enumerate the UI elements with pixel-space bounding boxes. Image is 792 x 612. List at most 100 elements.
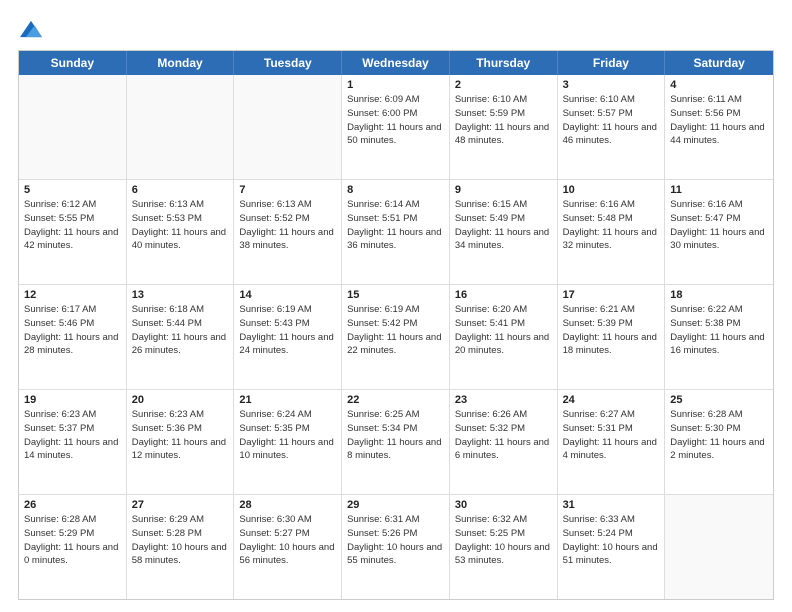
empty-cell-4-6 — [665, 495, 773, 599]
day-detail: Sunrise: 6:31 AMSunset: 5:26 PMDaylight:… — [347, 513, 444, 568]
day-detail: Sunrise: 6:13 AMSunset: 5:52 PMDaylight:… — [239, 198, 336, 253]
calendar-header: SundayMondayTuesdayWednesdayThursdayFrid… — [19, 51, 773, 75]
day-number: 14 — [239, 289, 336, 301]
calendar-row-2: 12Sunrise: 6:17 AMSunset: 5:46 PMDayligh… — [19, 285, 773, 390]
day-detail: Sunrise: 6:26 AMSunset: 5:32 PMDaylight:… — [455, 408, 552, 463]
day-number: 6 — [132, 184, 229, 196]
day-number: 3 — [563, 79, 660, 91]
day-detail: Sunrise: 6:23 AMSunset: 5:36 PMDaylight:… — [132, 408, 229, 463]
day-detail: Sunrise: 6:14 AMSunset: 5:51 PMDaylight:… — [347, 198, 444, 253]
weekday-header-tuesday: Tuesday — [234, 51, 342, 75]
day-detail: Sunrise: 6:10 AMSunset: 5:59 PMDaylight:… — [455, 93, 552, 148]
day-detail: Sunrise: 6:12 AMSunset: 5:55 PMDaylight:… — [24, 198, 121, 253]
day-detail: Sunrise: 6:33 AMSunset: 5:24 PMDaylight:… — [563, 513, 660, 568]
day-cell-22: 22 Sunrise: 6:25 AMSunset: 5:34 PMDayligh… — [342, 390, 450, 494]
day-cell-2: 2 Sunrise: 6:10 AMSunset: 5:59 PMDaylight… — [450, 75, 558, 179]
day-detail: Sunrise: 6:20 AMSunset: 5:41 PMDaylight:… — [455, 303, 552, 358]
day-detail: Sunrise: 6:13 AMSunset: 5:53 PMDaylight:… — [132, 198, 229, 253]
day-cell-17: 17 Sunrise: 6:21 AMSunset: 5:39 PMDayligh… — [558, 285, 666, 389]
day-cell-5: 5Sunrise: 6:12 AMSunset: 5:55 PMDaylight… — [19, 180, 127, 284]
day-cell-27: 27Sunrise: 6:29 AMSunset: 5:28 PMDayligh… — [127, 495, 235, 599]
day-number: 11 — [670, 184, 768, 196]
day-detail: Sunrise: 6:25 AMSunset: 5:34 PMDaylight:… — [347, 408, 444, 463]
weekday-header-friday: Friday — [558, 51, 666, 75]
day-number: 4 — [670, 79, 768, 91]
day-number: 22 — [347, 394, 444, 406]
day-cell-19: 19 Sunrise: 6:23 AMSunset: 5:37 PMDayligh… — [19, 390, 127, 494]
weekday-header-monday: Monday — [127, 51, 235, 75]
day-number: 13 — [132, 289, 229, 301]
day-number: 25 — [670, 394, 768, 406]
day-number: 8 — [347, 184, 444, 196]
day-number: 21 — [239, 394, 336, 406]
day-cell-13: 13Sunrise: 6:18 AMSunset: 5:44 PMDayligh… — [127, 285, 235, 389]
day-cell-9: 9 Sunrise: 6:15 AMSunset: 5:49 PMDaylight… — [450, 180, 558, 284]
weekday-header-sunday: Sunday — [19, 51, 127, 75]
day-number: 1 — [347, 79, 444, 91]
day-cell-15: 15Sunrise: 6:19 AMSunset: 5:42 PMDayligh… — [342, 285, 450, 389]
header — [18, 18, 774, 40]
day-cell-12: 12Sunrise: 6:17 AMSunset: 5:46 PMDayligh… — [19, 285, 127, 389]
day-number: 24 — [563, 394, 660, 406]
calendar-row-3: 19 Sunrise: 6:23 AMSunset: 5:37 PMDayligh… — [19, 390, 773, 495]
day-cell-16: 16Sunrise: 6:20 AMSunset: 5:41 PMDayligh… — [450, 285, 558, 389]
logo-text — [18, 18, 42, 40]
day-cell-29: 29 Sunrise: 6:31 AMSunset: 5:26 PMDayligh… — [342, 495, 450, 599]
day-detail: Sunrise: 6:23 AMSunset: 5:37 PMDaylight:… — [24, 408, 121, 463]
day-cell-14: 14 Sunrise: 6:19 AMSunset: 5:43 PMDayligh… — [234, 285, 342, 389]
day-cell-6: 6 Sunrise: 6:13 AMSunset: 5:53 PMDaylight… — [127, 180, 235, 284]
day-number: 2 — [455, 79, 552, 91]
day-cell-30: 30Sunrise: 6:32 AMSunset: 5:25 PMDayligh… — [450, 495, 558, 599]
day-cell-25: 25 Sunrise: 6:28 AMSunset: 5:30 PMDayligh… — [665, 390, 773, 494]
day-number: 28 — [239, 499, 336, 511]
day-detail: Sunrise: 6:21 AMSunset: 5:39 PMDaylight:… — [563, 303, 660, 358]
empty-cell-0-0 — [19, 75, 127, 179]
day-cell-20: 20 Sunrise: 6:23 AMSunset: 5:36 PMDayligh… — [127, 390, 235, 494]
day-cell-28: 28 Sunrise: 6:30 AMSunset: 5:27 PMDayligh… — [234, 495, 342, 599]
day-number: 18 — [670, 289, 768, 301]
day-detail: Sunrise: 6:16 AMSunset: 5:48 PMDaylight:… — [563, 198, 660, 253]
weekday-header-wednesday: Wednesday — [342, 51, 450, 75]
day-number: 7 — [239, 184, 336, 196]
weekday-header-saturday: Saturday — [665, 51, 773, 75]
calendar-row-0: 1 Sunrise: 6:09 AMSunset: 6:00 PMDaylight… — [19, 75, 773, 180]
empty-cell-0-2 — [234, 75, 342, 179]
logo-icon — [20, 18, 42, 40]
day-detail: Sunrise: 6:29 AMSunset: 5:28 PMDaylight:… — [132, 513, 229, 568]
calendar-row-4: 26 Sunrise: 6:28 AMSunset: 5:29 PMDayligh… — [19, 495, 773, 599]
weekday-header-thursday: Thursday — [450, 51, 558, 75]
day-detail: Sunrise: 6:11 AMSunset: 5:56 PMDaylight:… — [670, 93, 768, 148]
day-cell-24: 24 Sunrise: 6:27 AMSunset: 5:31 PMDayligh… — [558, 390, 666, 494]
day-detail: Sunrise: 6:24 AMSunset: 5:35 PMDaylight:… — [239, 408, 336, 463]
day-detail: Sunrise: 6:28 AMSunset: 5:29 PMDaylight:… — [24, 513, 121, 568]
calendar-body: 1 Sunrise: 6:09 AMSunset: 6:00 PMDaylight… — [19, 75, 773, 599]
day-detail: Sunrise: 6:30 AMSunset: 5:27 PMDaylight:… — [239, 513, 336, 568]
day-cell-26: 26 Sunrise: 6:28 AMSunset: 5:29 PMDayligh… — [19, 495, 127, 599]
day-detail: Sunrise: 6:09 AMSunset: 6:00 PMDaylight:… — [347, 93, 444, 148]
day-detail: Sunrise: 6:19 AMSunset: 5:43 PMDaylight:… — [239, 303, 336, 358]
day-detail: Sunrise: 6:15 AMSunset: 5:49 PMDaylight:… — [455, 198, 552, 253]
day-detail: Sunrise: 6:32 AMSunset: 5:25 PMDaylight:… — [455, 513, 552, 568]
day-number: 31 — [563, 499, 660, 511]
day-number: 26 — [24, 499, 121, 511]
day-detail: Sunrise: 6:16 AMSunset: 5:47 PMDaylight:… — [670, 198, 768, 253]
day-cell-8: 8 Sunrise: 6:14 AMSunset: 5:51 PMDaylight… — [342, 180, 450, 284]
day-cell-3: 3 Sunrise: 6:10 AMSunset: 5:57 PMDaylight… — [558, 75, 666, 179]
day-cell-11: 11 Sunrise: 6:16 AMSunset: 5:47 PMDayligh… — [665, 180, 773, 284]
day-detail: Sunrise: 6:10 AMSunset: 5:57 PMDaylight:… — [563, 93, 660, 148]
logo — [18, 18, 42, 40]
day-cell-1: 1 Sunrise: 6:09 AMSunset: 6:00 PMDaylight… — [342, 75, 450, 179]
day-detail: Sunrise: 6:27 AMSunset: 5:31 PMDaylight:… — [563, 408, 660, 463]
day-detail: Sunrise: 6:22 AMSunset: 5:38 PMDaylight:… — [670, 303, 768, 358]
day-number: 19 — [24, 394, 121, 406]
day-number: 15 — [347, 289, 444, 301]
day-number: 17 — [563, 289, 660, 301]
day-detail: Sunrise: 6:28 AMSunset: 5:30 PMDaylight:… — [670, 408, 768, 463]
day-number: 29 — [347, 499, 444, 511]
day-cell-4: 4 Sunrise: 6:11 AMSunset: 5:56 PMDaylight… — [665, 75, 773, 179]
day-cell-7: 7 Sunrise: 6:13 AMSunset: 5:52 PMDaylight… — [234, 180, 342, 284]
empty-cell-0-1 — [127, 75, 235, 179]
day-cell-23: 23Sunrise: 6:26 AMSunset: 5:32 PMDayligh… — [450, 390, 558, 494]
day-number: 20 — [132, 394, 229, 406]
day-number: 9 — [455, 184, 552, 196]
